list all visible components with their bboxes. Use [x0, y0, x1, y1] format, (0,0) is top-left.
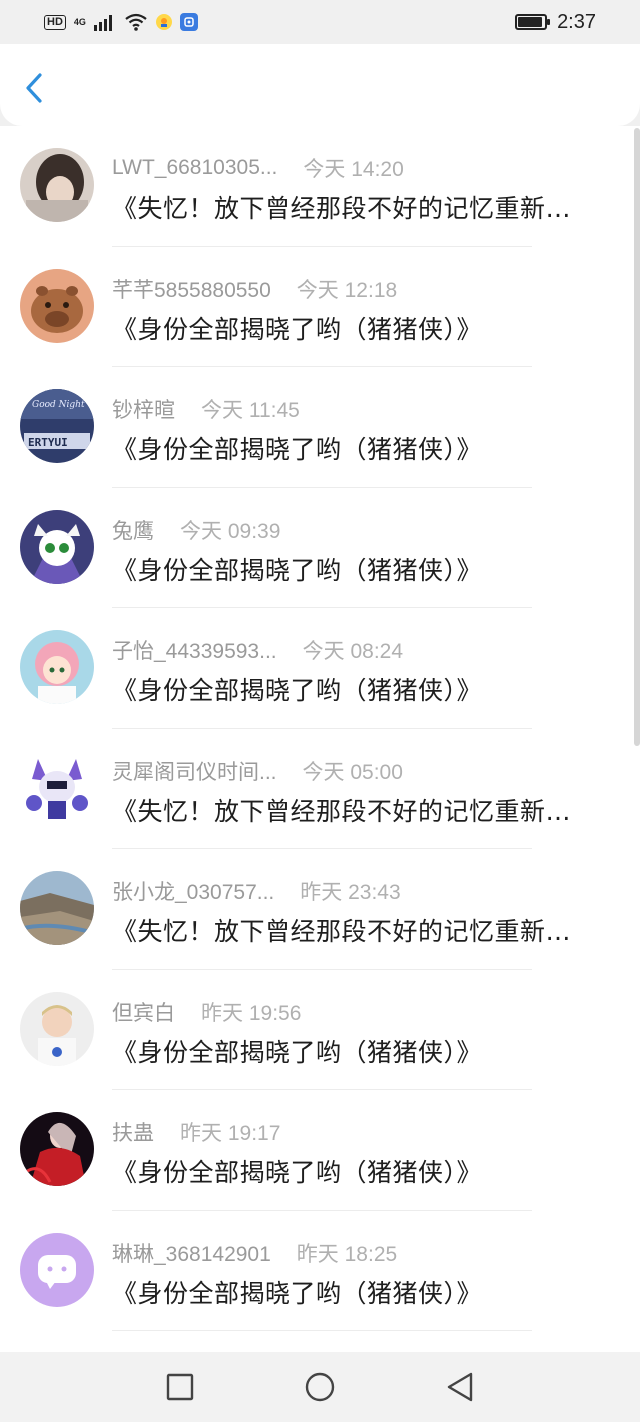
comment-text[interactable]: 《身份全部揭晓了哟（猪猪侠）》: [112, 310, 612, 346]
avatar-image: [20, 148, 94, 222]
avatar[interactable]: [20, 148, 94, 222]
avatar-image: [20, 268, 94, 343]
comment-text[interactable]: 《身份全部揭晓了哟（猪猪侠）》: [112, 1274, 612, 1310]
comment-time: 今天 05:00: [302, 760, 403, 784]
comment-time: 今天 08:24: [302, 640, 404, 663]
comment-list[interactable]: LWT_66810305... 今天 14:20 《失忆！放下曾经那段不好的记忆重新…: [0, 126, 640, 1352]
avatar[interactable]: Good Night ERTYUI: [20, 389, 94, 463]
comment-time: 昨天 23:43: [300, 881, 401, 904]
comment-text[interactable]: 《失忆！放下曾经那段不好的记忆重新…: [112, 912, 612, 948]
username[interactable]: LWT_66810305...: [112, 156, 277, 180]
comment-row[interactable]: LWT_66810305... 今天 14:20 《失忆！放下曾经那段不好的记忆重新…: [0, 126, 640, 247]
comment-time: 今天 09:39: [180, 519, 281, 543]
comment-meta: 但宾白 昨天 19:56: [112, 997, 301, 1027]
header: [0, 44, 640, 126]
avatar-image: [20, 509, 94, 584]
screen: HD 4G 2:37 LWT_66810305... 今天 14:20 《失忆！…: [0, 0, 640, 1422]
comment-meta: 子怡_44339593... 今天 08:24: [112, 635, 403, 665]
username[interactable]: 钞梓暄: [112, 394, 175, 424]
comment-row[interactable]: 灵犀阁司仪时间... 今天 05:00 《失忆！放下曾经那段不好的记忆重新…: [0, 729, 640, 850]
comment-text[interactable]: 《身份全部揭晓了哟（猪猪侠）》: [112, 551, 612, 587]
comment-time: 今天 14:20: [303, 158, 404, 181]
signal-icon: [93, 15, 112, 31]
comment-time: 昨天 19:17: [180, 1122, 281, 1145]
avatar[interactable]: [20, 871, 94, 945]
comment-meta: 芊芊5855880550 今天 12:18: [112, 274, 397, 304]
avatar[interactable]: [20, 750, 94, 825]
avatar-image: [20, 1112, 94, 1186]
comment-meta: 钞梓暄 今天 11:45: [112, 394, 300, 424]
avatar[interactable]: [20, 630, 94, 704]
avatar[interactable]: [20, 1112, 94, 1186]
comment-row[interactable]: 兔鹰 今天 09:39 《身份全部揭晓了哟（猪猪侠）》: [0, 488, 640, 609]
username[interactable]: 琳琳_368142901: [112, 1238, 271, 1268]
comment-row[interactable]: 芊芊5855880550 今天 12:18 《身份全部揭晓了哟（猪猪侠）》: [0, 247, 640, 368]
avatar[interactable]: [20, 268, 94, 343]
comment-text[interactable]: 《失忆！放下曾经那段不好的记忆重新…: [112, 189, 612, 225]
status-bar: HD 4G 2:37: [0, 0, 640, 44]
avatar-image: [20, 1232, 94, 1307]
nav-back-button[interactable]: [440, 1367, 480, 1407]
navigation-bar: [0, 1352, 640, 1422]
username[interactable]: 扶蛊: [112, 1117, 154, 1147]
comment-time: 今天 11:45: [201, 399, 300, 422]
avatar-image: [20, 871, 94, 945]
battery-icon: [515, 14, 551, 30]
comment-row[interactable]: 子怡_44339593... 今天 08:24 《身份全部揭晓了哟（猪猪侠）》: [0, 608, 640, 729]
triangle-back-icon: [447, 1372, 473, 1402]
comment-row[interactable]: 扶蛊 昨天 19:17 《身份全部揭晓了哟（猪猪侠）》: [0, 1090, 640, 1211]
avatar[interactable]: [20, 1232, 94, 1307]
comment-text[interactable]: 《身份全部揭晓了哟（猪猪侠）》: [112, 1153, 612, 1189]
username[interactable]: 兔鹰: [112, 515, 154, 545]
chevron-left-icon: [26, 73, 42, 103]
avatar-image: Good Night ERTYUI: [20, 389, 94, 463]
hd-icon: HD: [44, 14, 66, 30]
comment-text[interactable]: 《失忆！放下曾经那段不好的记忆重新…: [112, 792, 612, 828]
battery-level: [518, 17, 542, 27]
svg-text:Good Night: Good Night: [32, 400, 85, 410]
clock: 2:37: [557, 10, 596, 33]
circle-icon: [305, 1372, 335, 1402]
avatar-image: [20, 750, 94, 825]
username[interactable]: 灵犀阁司仪时间...: [112, 756, 277, 786]
comment-time: 今天 12:18: [296, 278, 398, 302]
username[interactable]: 张小龙_030757...: [112, 876, 274, 906]
wifi-icon: [125, 13, 147, 31]
comment-meta: 灵犀阁司仪时间... 今天 05:00: [112, 756, 403, 786]
comment-row[interactable]: 琳琳_368142901 昨天 18:25 《身份全部揭晓了哟（猪猪侠）》: [0, 1211, 640, 1332]
comment-row[interactable]: 但宾白 昨天 19:56 《身份全部揭晓了哟（猪猪侠）》: [0, 970, 640, 1091]
comment-text[interactable]: 《身份全部揭晓了哟（猪猪侠）》: [112, 1033, 612, 1069]
network-type: 4G: [73, 16, 86, 27]
avatar[interactable]: [20, 509, 94, 584]
avatar-image: [20, 991, 94, 1066]
username[interactable]: 芊芊5855880550: [112, 274, 271, 304]
comment-time: 昨天 19:56: [201, 1001, 302, 1025]
comment-meta: 琳琳_368142901 昨天 18:25: [112, 1238, 397, 1268]
status-left: HD 4G: [44, 13, 198, 31]
status-right: 2:37: [515, 11, 596, 34]
back-button[interactable]: [16, 68, 52, 108]
comment-time: 昨天 18:25: [296, 1242, 398, 1266]
username[interactable]: 但宾白: [112, 997, 175, 1027]
recents-button[interactable]: [160, 1367, 200, 1407]
avatar-image: [20, 630, 94, 704]
username[interactable]: 子怡_44339593...: [112, 635, 277, 665]
comment-row[interactable]: 张小龙_030757... 昨天 23:43 《失忆！放下曾经那段不好的记忆重新…: [0, 849, 640, 970]
comment-meta: LWT_66810305... 今天 14:20: [112, 153, 404, 183]
app-notify-icon: [155, 14, 172, 30]
comment-text[interactable]: 《身份全部揭晓了哟（猪猪侠）》: [112, 671, 612, 707]
svg-text:ERTYUI: ERTYUI: [28, 436, 68, 449]
comment-meta: 扶蛊 昨天 19:17: [112, 1117, 280, 1147]
comment-meta: 兔鹰 今天 09:39: [112, 515, 280, 545]
comment-meta: 张小龙_030757... 昨天 23:43: [112, 876, 401, 906]
comment-row[interactable]: Good Night ERTYUI 钞梓暄 今天 11:45 《身份全部揭晓了哟（猪猪侠…: [0, 367, 640, 488]
comment-text[interactable]: 《身份全部揭晓了哟（猪猪侠）》: [112, 430, 612, 466]
avatar[interactable]: [20, 991, 94, 1066]
scrollbar[interactable]: [634, 128, 640, 746]
home-button[interactable]: [300, 1367, 340, 1407]
app-notify-icon-2: [179, 13, 198, 31]
square-icon: [166, 1373, 194, 1401]
